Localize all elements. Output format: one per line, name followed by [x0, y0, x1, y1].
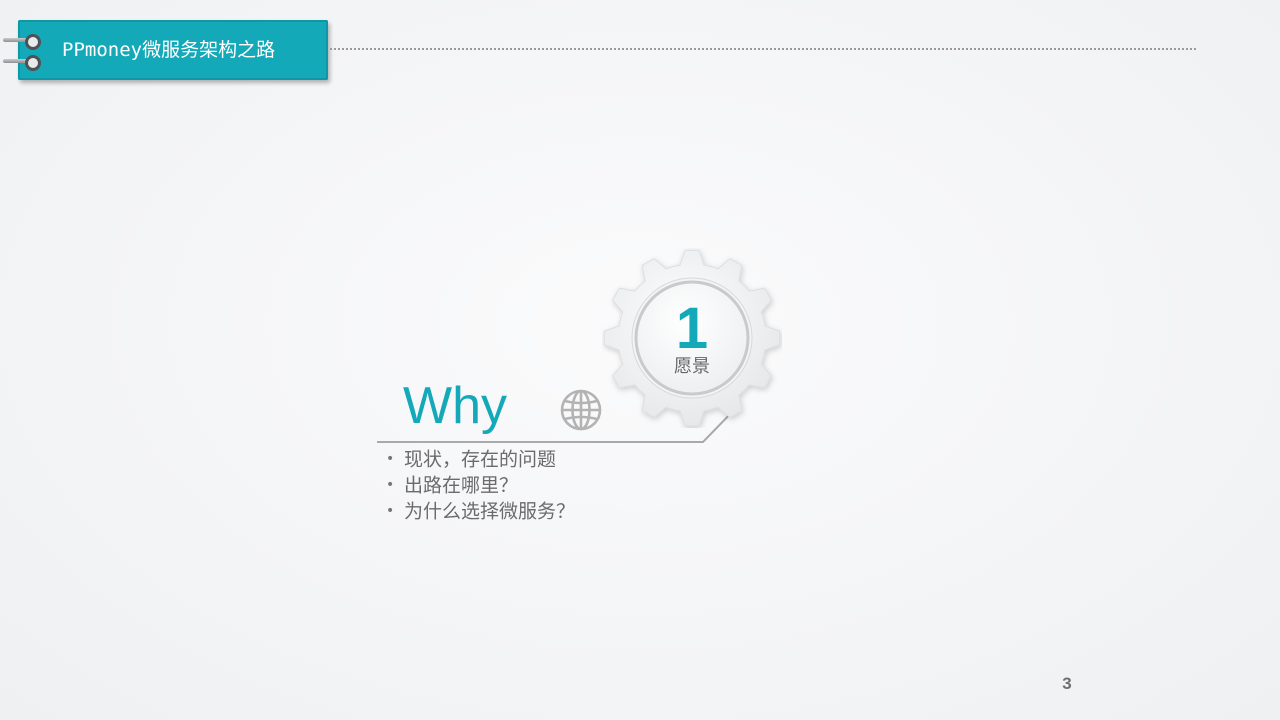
- section-heading: Why: [403, 377, 507, 435]
- bullet-list: • 现状，存在的问题 • 出路在哪里？ • 为什么选择微服务？: [386, 447, 575, 524]
- section-label: 愿景: [674, 356, 710, 377]
- list-item: • 为什么选择微服务？: [386, 499, 576, 522]
- list-item: • 出路在哪里？: [386, 474, 519, 496]
- globe-icon: [560, 389, 602, 431]
- page-number: 3: [1062, 674, 1072, 693]
- section-gear: 1 愿景: [602, 248, 782, 428]
- section-number: 1: [675, 296, 709, 361]
- list-item: • 现状，存在的问题: [386, 448, 557, 471]
